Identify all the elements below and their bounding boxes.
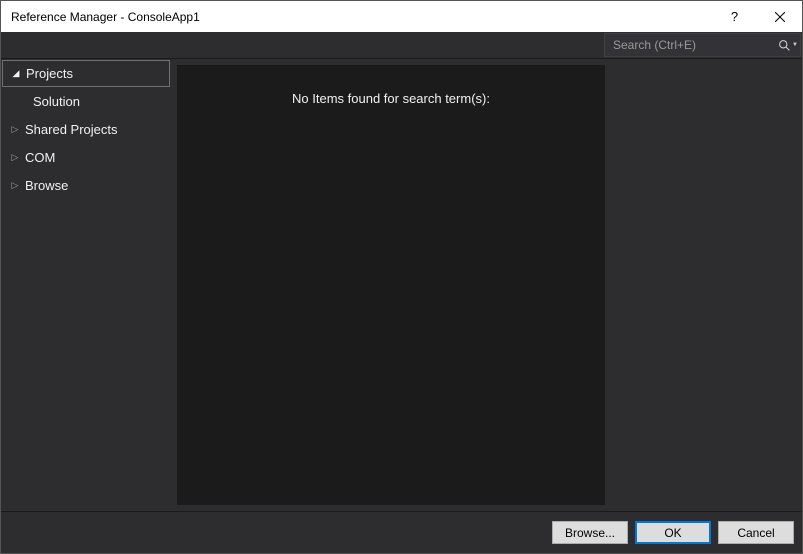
details-panel (605, 59, 802, 511)
titlebar[interactable]: Reference Manager - ConsoleApp1 ? (1, 1, 802, 32)
sidebar-item-label: Shared Projects (25, 122, 118, 137)
search-input[interactable] (605, 34, 776, 56)
arrow-collapsed-icon: ▷ (9, 152, 21, 163)
empty-message: No Items found for search term(s): (292, 91, 490, 505)
arrow-expanded-icon: ◢ (10, 68, 22, 79)
sidebar-item-shared-projects[interactable]: ▷ Shared Projects (1, 115, 171, 143)
help-button[interactable]: ? (712, 2, 757, 32)
sidebar-item-label: Projects (26, 66, 73, 81)
chevron-down-icon: ▼ (792, 42, 798, 48)
sidebar-item-browse[interactable]: ▷ Browse (1, 171, 171, 199)
sidebar-item-label: Browse (25, 178, 68, 193)
reference-manager-dialog: Reference Manager - ConsoleApp1 ? ▼ (0, 0, 803, 554)
toolbar: ▼ (1, 32, 802, 59)
sidebar-item-com[interactable]: ▷ COM (1, 143, 171, 171)
dialog-body: ▼ ◢ Projects Solution ▷ Shared Projects … (1, 32, 802, 553)
cancel-button[interactable]: Cancel (718, 521, 794, 544)
window-title: Reference Manager - ConsoleApp1 (11, 10, 712, 24)
sidebar: ◢ Projects Solution ▷ Shared Projects ▷ … (1, 59, 171, 511)
search-icon (778, 39, 791, 52)
content: ◢ Projects Solution ▷ Shared Projects ▷ … (1, 59, 802, 511)
sidebar-subitem-label: Solution (33, 94, 80, 109)
sidebar-item-projects[interactable]: ◢ Projects (2, 60, 170, 87)
sidebar-item-label: COM (25, 150, 55, 165)
browse-button[interactable]: Browse... (552, 521, 628, 544)
footer: Browse... OK Cancel (1, 511, 802, 553)
ok-button[interactable]: OK (635, 521, 711, 544)
close-icon (775, 12, 785, 22)
arrow-collapsed-icon: ▷ (9, 124, 21, 135)
sidebar-subitem-solution[interactable]: Solution (1, 87, 171, 115)
search-box[interactable]: ▼ (604, 33, 801, 57)
arrow-collapsed-icon: ▷ (9, 180, 21, 191)
close-button[interactable] (757, 2, 802, 32)
search-button[interactable]: ▼ (776, 34, 800, 56)
main-panel: No Items found for search term(s): (177, 65, 605, 505)
